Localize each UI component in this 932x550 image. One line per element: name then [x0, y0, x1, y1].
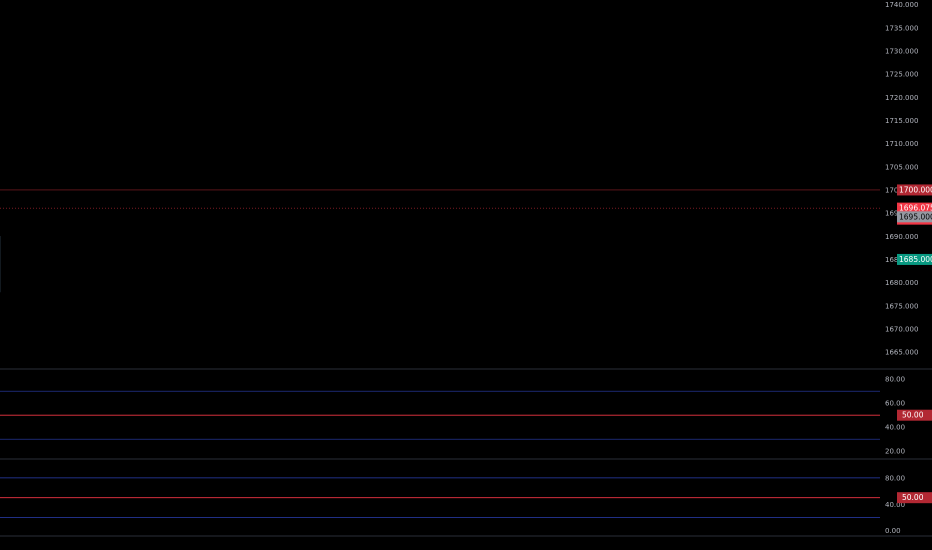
y-tick-label: 1670.000: [885, 325, 918, 333]
y-tick-label: 1675.000: [885, 302, 918, 310]
y-tick-label: 1740.000: [885, 1, 918, 9]
y-tick-label: 1735.000: [885, 24, 918, 32]
current-price-tag: 1696.075: [899, 204, 932, 213]
y-tick-label: 1715.000: [885, 117, 918, 125]
y-tick-label: 1710.000: [885, 140, 918, 148]
y-tick-label: 1730.000: [885, 47, 918, 55]
y-tick-label: 40.00: [885, 424, 905, 432]
y-tick-label: 1725.000: [885, 71, 918, 79]
level-tag: 50.00: [902, 411, 924, 420]
level-tag: 50.00: [902, 493, 924, 502]
y-tick-label: 20.00: [885, 448, 905, 456]
y-tick-label: 1680.000: [885, 279, 918, 287]
y-tick-label: 60.00: [885, 400, 905, 408]
y-tick-label: 1690.000: [885, 233, 918, 241]
stop-price-tag: 1700.000: [899, 185, 932, 194]
y-tick-label: 1720.000: [885, 94, 918, 102]
trading-chart[interactable]: 1665.000 1670.000 1675.000 1680.000 1685.000…: [0, 0, 932, 550]
y-tick-label: 1665.000: [885, 349, 918, 357]
target-price-tag: 1685.000: [899, 255, 932, 264]
y-tick-label: 0.00: [885, 527, 901, 535]
y-tick-label: 80.00: [885, 376, 905, 384]
y-tick-label: 1705.000: [885, 163, 918, 171]
y-tick-label: 80.00: [885, 474, 905, 482]
last-close-tag: 1695.000: [899, 212, 932, 221]
